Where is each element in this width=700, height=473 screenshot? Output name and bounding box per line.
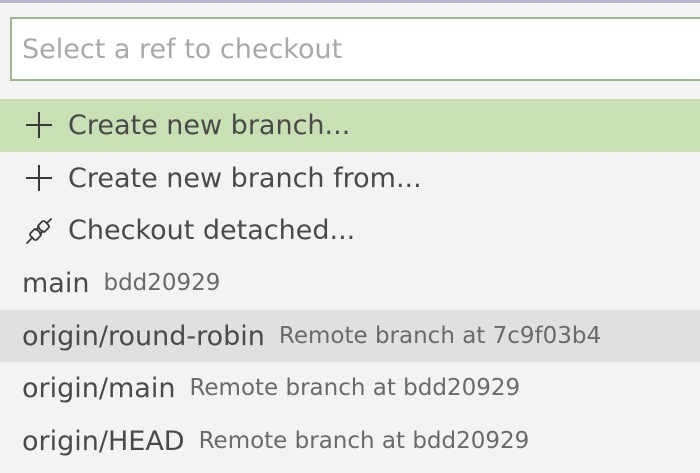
list-item-branch-origin-main[interactable]: origin/main Remote branch at bdd20929 [0,362,700,415]
plus-icon [22,161,56,195]
list-item-label: origin/HEAD [22,425,185,457]
list-item-create-branch-from[interactable]: Create new branch from... [0,152,700,205]
list-item-label: origin/round-robin [22,320,265,352]
list-item-label: Checkout detached... [68,215,356,247]
list-item-label: Create new branch from... [68,162,422,194]
plug-disconnect-icon [22,214,56,248]
list-item-create-branch[interactable]: Create new branch... [0,99,700,152]
list-item-label: Create new branch... [68,109,351,141]
list-item-description: Remote branch at 7c9f03b4 [278,322,602,349]
list-item-description: bdd20929 [103,269,221,296]
plus-icon [22,108,56,142]
list-item-description: Remote branch at bdd20929 [198,427,530,454]
list-item-branch-main[interactable]: main bdd20929 [0,257,700,310]
list-item-checkout-detached[interactable]: Checkout detached... [0,204,700,257]
list-item-label: main [22,267,90,299]
ref-search-input[interactable] [12,19,700,79]
list-item-label: origin/main [22,373,176,405]
ref-list: Create new branch... Create new branch f… [0,99,700,468]
list-item-branch-origin-round-robin[interactable]: origin/round-robin Remote branch at 7c9f… [0,309,700,363]
list-item-branch-origin-head[interactable]: origin/HEAD Remote branch at bdd20929 [0,415,700,468]
ref-search-box[interactable] [10,17,700,81]
list-item-description: Remote branch at bdd20929 [189,375,521,402]
quick-pick-panel: Create new branch... Create new branch f… [0,3,700,473]
